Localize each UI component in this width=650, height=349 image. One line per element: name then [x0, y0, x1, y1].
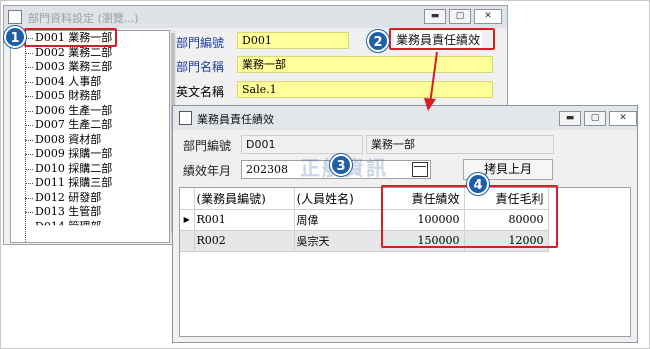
step-badge-3: 3 [330, 154, 352, 176]
arrow-annotation [424, 51, 438, 111]
highlight-performance-columns-box [381, 185, 558, 248]
arrow-head [424, 98, 436, 111]
step-badge-4: 4 [467, 173, 489, 195]
arrow-line [429, 51, 438, 105]
